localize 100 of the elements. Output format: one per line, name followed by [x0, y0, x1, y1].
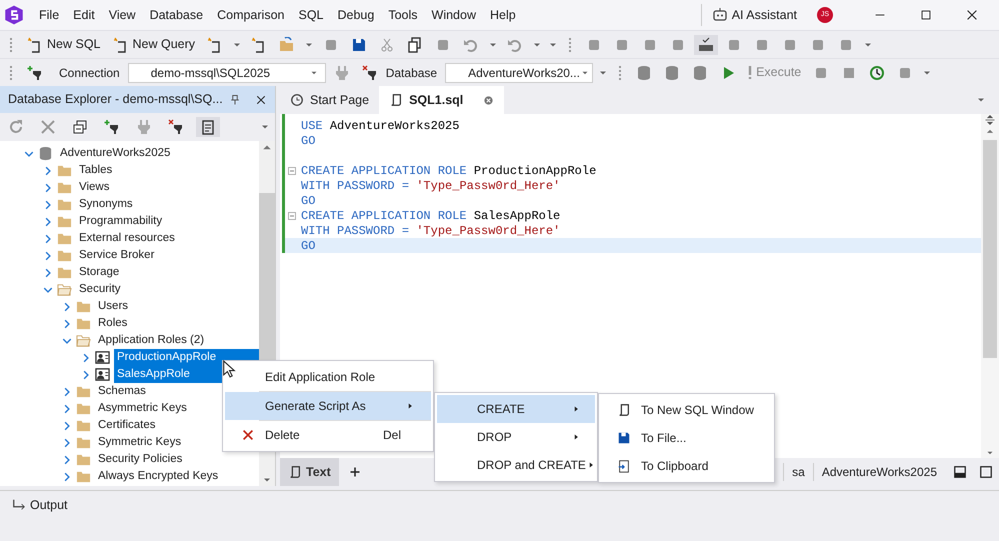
- menu-item[interactable]: Help: [483, 6, 523, 24]
- sql-script-icon: [617, 403, 631, 417]
- menu-item[interactable]: Delete Del: [225, 421, 431, 449]
- tree-item[interactable]: Roles: [95, 314, 130, 332]
- menu-item[interactable]: To Clipboard: [601, 452, 772, 480]
- tree-item[interactable]: AdventureWorks2025: [57, 144, 174, 162]
- close-icon[interactable]: [965, 8, 979, 22]
- new-query-icon: [112, 36, 128, 52]
- close-icon[interactable]: [255, 94, 267, 106]
- menu-item[interactable]: File: [32, 6, 66, 24]
- menu-item[interactable]: To New SQL Window: [601, 396, 772, 424]
- menu-item[interactable]: To File...: [601, 424, 772, 452]
- tree-item[interactable]: Users: [95, 298, 132, 316]
- disconnect-icon: [362, 64, 378, 80]
- code-line: USE AdventureWorks2025: [301, 118, 460, 134]
- connection-dropdown[interactable]: demo-mssql\SQL2025: [128, 62, 326, 82]
- menu-item[interactable]: Edit: [66, 6, 102, 24]
- menu-item[interactable]: DROP: [437, 423, 595, 451]
- panel-icon[interactable]: [953, 465, 967, 479]
- user-role-icon: [95, 350, 110, 365]
- tree-item[interactable]: Security Policies: [95, 450, 186, 468]
- tree-item[interactable]: Always Encrypted Keys: [95, 468, 222, 486]
- code-line: CREATE APPLICATION ROLE SalesAppRole: [301, 208, 560, 224]
- panel-icon[interactable]: [979, 465, 993, 479]
- code-line: GO: [301, 238, 316, 254]
- scrollbar-thumb[interactable]: [983, 140, 997, 358]
- save-all-icon: [351, 36, 368, 52]
- tree-item[interactable]: Programmability: [76, 212, 166, 230]
- document-button[interactable]: [196, 117, 220, 137]
- output-tab[interactable]: Output: [8, 494, 72, 516]
- split-icon[interactable]: [984, 114, 996, 126]
- menu-item[interactable]: Database: [142, 6, 210, 24]
- cut-icon: [379, 36, 396, 52]
- ai-assistant-button[interactable]: AI Assistant: [700, 4, 801, 26]
- delete-icon: [40, 119, 56, 135]
- tree-item[interactable]: Certificates: [95, 416, 159, 434]
- open-folder-icon: [57, 282, 72, 297]
- tree-item[interactable]: Asymmetric Keys: [95, 400, 190, 418]
- execute-icon: [748, 65, 752, 80]
- open-folder-icon: [76, 333, 91, 348]
- format-sql-button[interactable]: [694, 34, 718, 54]
- new-query-button[interactable]: New Query: [108, 33, 200, 56]
- folder-icon: [57, 231, 72, 246]
- sql-script-icon: [389, 93, 404, 107]
- app-logo-icon: [4, 5, 24, 25]
- tree-item[interactable]: Security: [76, 280, 124, 298]
- database-icon: [38, 146, 53, 161]
- folder-icon: [57, 248, 72, 263]
- connect-icon: [334, 64, 350, 80]
- database-check-icon: [692, 64, 708, 80]
- open-folder-icon: [279, 36, 296, 52]
- result-tab[interactable]: Text: [280, 458, 339, 486]
- editor-tab[interactable]: SQL1.sql: [379, 86, 504, 114]
- folder-icon: [76, 469, 91, 484]
- tree-item[interactable]: Views: [76, 178, 112, 196]
- menu-item[interactable]: Generate Script As: [225, 392, 431, 420]
- tree-item[interactable]: Synonyms: [76, 196, 136, 214]
- folder-icon: [76, 299, 91, 314]
- menu-item[interactable]: CREATE: [437, 395, 595, 423]
- database-dropdown[interactable]: AdventureWorks20...: [445, 62, 594, 82]
- tree-item[interactable]: Tables: [76, 162, 116, 180]
- fold-marker-icon[interactable]: [288, 166, 296, 174]
- status-item: sa: [783, 463, 813, 481]
- tree-item[interactable]: Storage: [76, 264, 122, 282]
- menu-item[interactable]: View: [102, 6, 143, 24]
- tree-item[interactable]: Application Roles (2): [95, 332, 208, 350]
- menu-item[interactable]: DROP and CREATE: [437, 451, 595, 479]
- tree-item[interactable]: Service Broker: [76, 246, 158, 264]
- new-connection-icon: [104, 119, 120, 135]
- new-sql-button[interactable]: New SQL: [23, 33, 104, 56]
- folder-icon: [76, 418, 91, 433]
- code-line: GO: [301, 132, 316, 150]
- database-edit-icon: [636, 64, 652, 80]
- tree-item[interactable]: ProductionAppRole: [114, 348, 259, 366]
- menu-item[interactable]: Debug: [330, 6, 382, 24]
- menu-item[interactable]: Window: [424, 6, 483, 24]
- code-line: WITH PASSWORD = 'Type_Passw0rd_Here': [301, 222, 560, 240]
- maximize-icon[interactable]: [919, 8, 933, 22]
- start-page-icon: [290, 93, 304, 107]
- folder-icon: [76, 384, 91, 399]
- folder-icon: [76, 452, 91, 467]
- connect-icon: [136, 119, 152, 135]
- database-refresh-icon: [664, 64, 680, 80]
- code-line: GO: [301, 192, 316, 210]
- new-connection-icon: [27, 64, 43, 80]
- menu-item[interactable]: Comparison: [210, 6, 292, 24]
- folder-icon: [76, 435, 91, 450]
- fold-marker-icon[interactable]: [288, 212, 296, 220]
- pin-icon[interactable]: [229, 94, 241, 106]
- add-tab-icon[interactable]: [348, 466, 361, 478]
- tree-item[interactable]: Schemas: [95, 382, 149, 400]
- menu-item[interactable]: Tools: [381, 6, 425, 24]
- panel-title: Database Explorer - demo-mssql\SQ...: [8, 91, 224, 108]
- tree-item[interactable]: Symmetric Keys: [95, 434, 184, 452]
- menu-item[interactable]: SQL: [291, 6, 330, 24]
- editor-tab[interactable]: Start Page: [280, 86, 380, 114]
- history-icon: [869, 64, 886, 80]
- sql-script-icon: [288, 465, 302, 479]
- folder-icon: [57, 214, 72, 229]
- tree-item[interactable]: External resources: [76, 230, 178, 248]
